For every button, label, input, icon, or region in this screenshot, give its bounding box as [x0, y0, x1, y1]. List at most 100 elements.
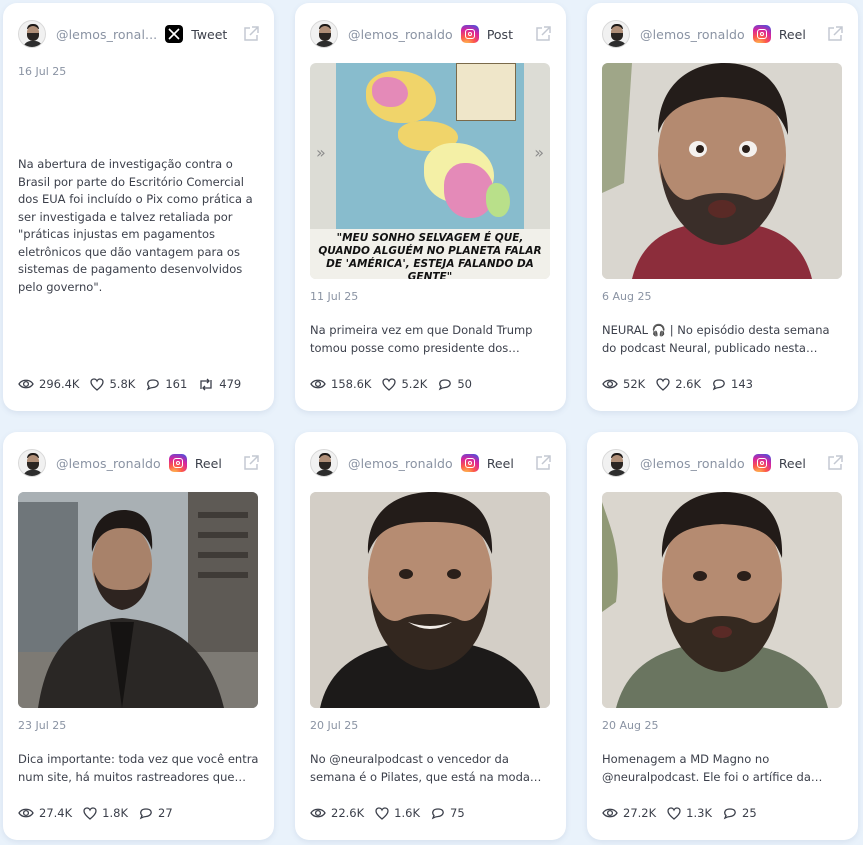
- post-card[interactable]: @lemos_ronaldo Reel 6 Aug 25 NEURAL �: [587, 3, 858, 411]
- instagram-icon: [460, 454, 479, 472]
- external-link-icon[interactable]: [242, 454, 260, 472]
- likes-stat: 1.6K: [375, 806, 420, 820]
- post-stats: 52K 2.6K 143: [602, 376, 764, 392]
- views-count: 52K: [623, 377, 646, 391]
- post-card[interactable]: @lemos_ronaldo Reel 20 Aug 25 Homenagem …: [587, 432, 858, 840]
- post-text: NEURAL 🎧 | No episódio desta semana do p…: [602, 323, 830, 355]
- post-card[interactable]: @lemos_ronaldo Reel 23 Jul 25 Dica impor…: [3, 432, 274, 840]
- card-header: @lemos_ronaldo Reel: [18, 448, 260, 478]
- views-stat: 296.4K: [18, 377, 79, 391]
- eye-icon: [310, 379, 326, 389]
- views-count: 296.4K: [39, 377, 80, 391]
- author-handle[interactable]: @lemos_ronaldo: [640, 456, 745, 471]
- post-date: 20 Jul 25: [310, 719, 359, 732]
- post-media-thumbnail[interactable]: [602, 492, 842, 708]
- comments-stat: 27: [139, 806, 173, 820]
- views-stat: 22.6K: [310, 806, 364, 820]
- instagram-icon: [168, 454, 187, 472]
- external-link-icon[interactable]: [242, 25, 260, 43]
- post-date: 11 Jul 25: [310, 290, 359, 303]
- card-header: @lemos_ronaldo Reel: [310, 448, 552, 478]
- likes-stat: 1.3K: [667, 806, 712, 820]
- post-media-thumbnail[interactable]: [18, 492, 258, 708]
- external-link-icon[interactable]: [826, 454, 844, 472]
- comment-icon: [439, 378, 452, 390]
- likes-count: 5.8K: [109, 377, 136, 391]
- external-link-icon[interactable]: [826, 25, 844, 43]
- views-count: 22.6K: [331, 806, 365, 820]
- comments-stat: 161: [146, 377, 187, 391]
- retweets-count: 479: [219, 377, 242, 391]
- media-caption: "MEU SONHO SELVAGEM É QUE, QUANDO ALGUÉM…: [310, 229, 550, 279]
- views-count: 27.4K: [39, 806, 73, 820]
- post-media-thumbnail[interactable]: [310, 492, 550, 708]
- comments-stat: 25: [723, 806, 757, 820]
- external-link-icon[interactable]: [534, 454, 552, 472]
- post-type-label: Reel: [778, 455, 806, 471]
- map-illustration: [336, 63, 524, 229]
- post-type-label: Reel: [778, 26, 806, 42]
- person-photo: [310, 492, 550, 708]
- post-text: Homenagem a MD Magno no @neuralpodcast. …: [602, 752, 811, 784]
- post-card[interactable]: @lemos_ronal... Tweet 16 Jul 25 Na abert…: [3, 3, 274, 411]
- views-count: 27.2K: [623, 806, 657, 820]
- avatar[interactable]: [18, 20, 46, 48]
- chevron-left-icon[interactable]: »: [316, 143, 326, 162]
- heart-icon: [375, 806, 389, 820]
- post-card[interactable]: @lemos_ronaldo Post » » "MEU SONHO SELVA…: [295, 3, 566, 411]
- likes-count: 1.3K: [686, 806, 712, 820]
- likes-count: 2.6K: [675, 377, 702, 391]
- post-text: Dica importante: toda vez que você entra…: [18, 752, 259, 784]
- author-handle[interactable]: @lemos_ronal...: [56, 27, 157, 42]
- post-date: 6 Aug 25: [602, 290, 652, 303]
- comment-icon: [431, 807, 444, 819]
- post-date: 16 Jul 25: [18, 65, 67, 78]
- views-stat: 158.6K: [310, 377, 371, 391]
- avatar[interactable]: [310, 449, 338, 477]
- post-grid: @lemos_ronal... Tweet 16 Jul 25 Na abert…: [0, 0, 863, 845]
- likes-stat: 2.6K: [656, 377, 701, 391]
- post-stats: 27.2K 1.3K 25: [602, 805, 768, 821]
- author-handle[interactable]: @lemos_ronaldo: [56, 456, 161, 471]
- author-handle[interactable]: @lemos_ronaldo: [348, 27, 453, 42]
- eye-icon: [602, 379, 618, 389]
- person-photo: [602, 63, 842, 279]
- avatar[interactable]: [602, 20, 630, 48]
- post-text: Na abertura de investigação contra o Bra…: [18, 157, 253, 294]
- comments-count: 161: [165, 377, 188, 391]
- likes-count: 1.8K: [102, 806, 128, 820]
- card-header: @lemos_ronaldo Reel: [602, 19, 844, 49]
- avatar[interactable]: [310, 20, 338, 48]
- post-type-label: Tweet: [191, 26, 228, 42]
- likes-stat: 1.8K: [83, 806, 128, 820]
- avatar[interactable]: [602, 449, 630, 477]
- avatar[interactable]: [18, 449, 46, 477]
- likes-stat: 5.8K: [90, 377, 135, 391]
- post-media-image[interactable]: » » "MEU SONHO SELVAGEM É QUE, QUANDO AL…: [310, 63, 550, 279]
- likes-count: 5.2K: [401, 377, 428, 391]
- heart-icon: [667, 806, 681, 820]
- eye-icon: [18, 379, 34, 389]
- post-stats: 296.4K 5.8K 161 479: [18, 376, 252, 392]
- post-card[interactable]: @lemos_ronaldo Reel 20 Jul 25 No @neural…: [295, 432, 566, 840]
- author-handle[interactable]: @lemos_ronaldo: [640, 27, 745, 42]
- likes-stat: 5.2K: [382, 377, 427, 391]
- person-photo: [602, 492, 842, 708]
- views-stat: 52K: [602, 377, 645, 391]
- heart-icon: [382, 377, 397, 391]
- chevron-right-icon[interactable]: »: [534, 143, 544, 162]
- card-header: @lemos_ronaldo Post: [310, 19, 552, 49]
- comments-stat: 50: [438, 377, 472, 391]
- card-header: @lemos_ronaldo Reel: [602, 448, 844, 478]
- comments-stat: 143: [712, 377, 753, 391]
- post-type-label: Reel: [486, 455, 514, 471]
- views-count: 158.6K: [331, 377, 372, 391]
- post-media-thumbnail[interactable]: [602, 63, 842, 279]
- comments-count: 25: [742, 806, 757, 820]
- external-link-icon[interactable]: [534, 25, 552, 43]
- post-text: No @neuralpodcast o vencedor da semana é…: [310, 752, 530, 784]
- likes-count: 1.6K: [394, 806, 420, 820]
- heart-icon: [90, 377, 105, 391]
- map-title-box: [456, 63, 516, 121]
- author-handle[interactable]: @lemos_ronaldo: [348, 456, 453, 471]
